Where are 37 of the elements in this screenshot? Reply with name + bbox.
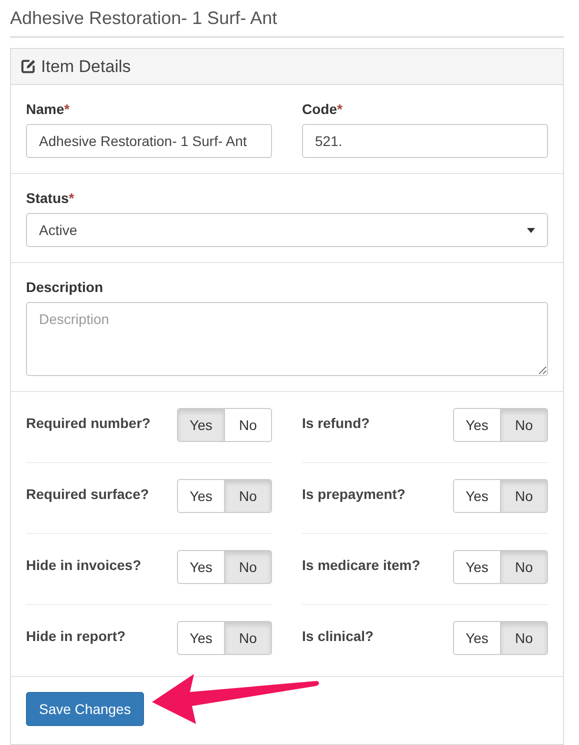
text-field[interactable]: Adhesive Restoration- 1 Surf- Ant [26,124,272,158]
toggle-label: Is clinical? [302,628,374,644]
toggle-option[interactable]: Yes [177,408,225,442]
toggle-option[interactable]: Yes [177,550,225,584]
page-title: Adhesive Restoration- 1 Surf- Ant [10,8,564,38]
save-button[interactable]: Save Changes [26,692,144,726]
field-label: Name* [26,101,71,117]
toggle-option[interactable]: Yes [453,621,501,655]
text-field[interactable]: 521. [302,124,548,158]
toggle-option[interactable]: No [500,408,548,442]
panel-title: Item Details [41,56,131,76]
toggle-option[interactable]: No [500,550,548,584]
toggle-option[interactable]: Yes [177,621,225,655]
toggle-label: Is medicare item? [302,557,420,573]
toggle-option[interactable]: No [224,408,272,442]
toggle-option[interactable]: No [224,550,272,584]
toggle-option[interactable]: No [224,479,272,513]
toggle-option[interactable]: Yes [453,408,501,442]
toggle-label: Is prepayment? [302,486,406,502]
toggle-option[interactable]: No [500,621,548,655]
toggle-option[interactable]: Yes [453,550,501,584]
field-label: Code* [302,101,344,117]
toggle-option[interactable]: Yes [177,479,225,513]
toggle-label: Required number? [26,415,150,431]
description-field[interactable]: Description [26,302,548,376]
toggle-label: Required surface? [26,486,149,502]
toggle-option[interactable]: No [224,621,272,655]
status-select[interactable]: Active [26,213,548,247]
toggle-option[interactable]: Yes [453,479,501,513]
caret-icon [527,228,535,232]
field-label: Description [26,279,104,295]
toggle-option[interactable]: No [500,479,548,513]
field-label: Status* [26,190,76,206]
toggle-label: Hide in report? [26,628,126,644]
edit-icon [21,59,36,74]
toggle-label: Hide in invoices? [26,557,142,573]
toggle-label: Is refund? [302,415,370,431]
